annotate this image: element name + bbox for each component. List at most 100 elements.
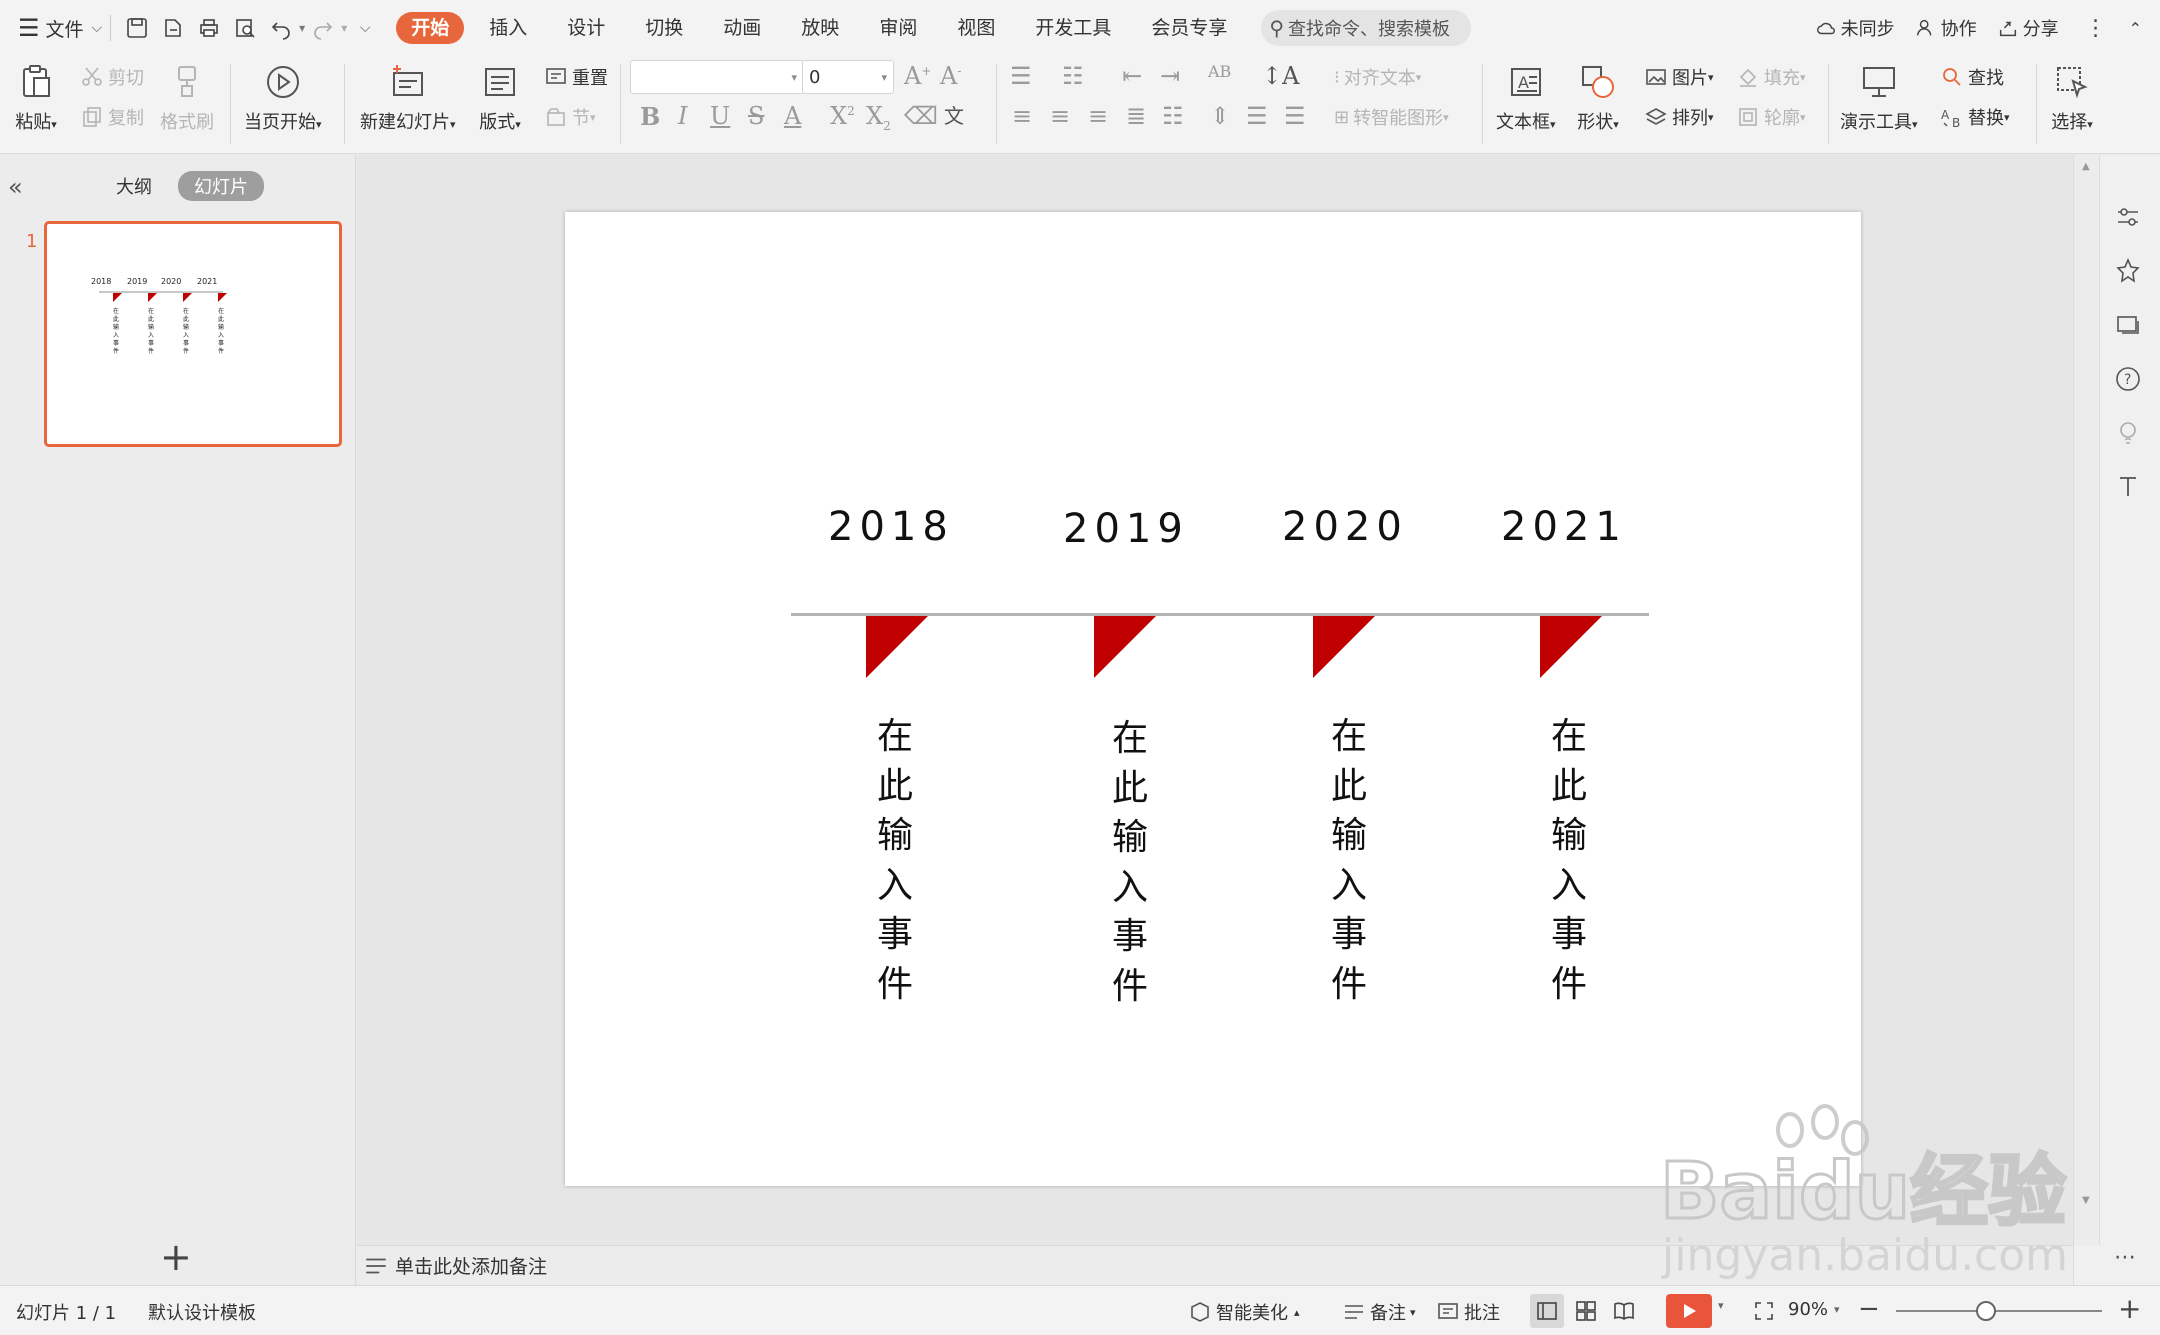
notes-toggle-button[interactable]: 备注 ▾ <box>1342 1299 1416 1325</box>
export-icon[interactable] <box>158 13 188 43</box>
more-horizontal-icon[interactable]: ⋯ <box>2114 1245 2136 1270</box>
bullet-list-icon[interactable]: ☰ <box>1010 62 1032 90</box>
redo-dropdown-icon[interactable]: ▾ <box>341 21 347 35</box>
settings-sliders-icon[interactable] <box>2114 203 2144 233</box>
column-spacing-icon[interactable]: ☰ <box>1284 102 1306 130</box>
presentation-tools-button[interactable]: 演示工具▾ <box>1840 60 1918 134</box>
align-left-icon[interactable]: ≡ <box>1012 102 1032 130</box>
replace-button[interactable]: A B 替换 ▾ <box>1940 104 2010 130</box>
line-spacing-icon[interactable]: ↕A <box>1262 62 1299 90</box>
event-text[interactable]: 在此输入事件 <box>865 712 925 1009</box>
zoom-slider-handle[interactable] <box>1976 1301 1996 1321</box>
zoom-out-icon[interactable]: − <box>1858 1294 1880 1324</box>
undo-icon[interactable] <box>266 13 296 43</box>
timeline-year[interactable]: 2019 <box>1063 506 1189 552</box>
slide-transition-icon[interactable] <box>2114 311 2144 341</box>
zoom-in-icon[interactable]: + <box>2118 1292 2141 1325</box>
timeline-flag[interactable] <box>1313 616 1375 678</box>
decrease-indent-icon[interactable]: ⇤ <box>1122 62 1142 90</box>
phonetic-guide-icon[interactable]: 文 <box>944 100 964 129</box>
font-name-select[interactable]: ▾ <box>630 60 804 94</box>
collapse-ribbon-icon[interactable]: ⌃ <box>2129 19 2142 38</box>
timeline-flag[interactable] <box>1540 616 1602 678</box>
scroll-down-icon[interactable]: ▼ <box>2082 1195 2090 1206</box>
timeline-flag[interactable] <box>1094 616 1156 678</box>
normal-view-icon[interactable] <box>1530 1294 1564 1328</box>
paragraph-spacing-icon[interactable]: ⇕ <box>1210 102 1230 130</box>
share-button[interactable]: 分享 <box>1997 15 2059 41</box>
cut-button[interactable]: 剪切 <box>80 64 144 90</box>
reset-button[interactable]: 重置 <box>544 64 608 90</box>
star-pin-icon[interactable] <box>2114 257 2144 287</box>
add-slide-icon[interactable]: + <box>160 1235 192 1279</box>
align-right-icon[interactable]: ≡ <box>1088 102 1108 130</box>
paste-button[interactable]: 粘贴▾ <box>14 60 58 134</box>
underline-icon[interactable]: U <box>710 102 730 130</box>
align-text-button[interactable]: ⁝ 对齐文本 ▾ <box>1334 64 1421 90</box>
smart-shape-button[interactable]: ⊞ 转智能图形 ▾ <box>1334 104 1449 130</box>
event-text[interactable]: 在此输入事件 <box>1539 712 1599 1009</box>
increase-font-icon[interactable]: A+ <box>904 62 931 90</box>
timeline-flag[interactable] <box>866 616 928 678</box>
tab-review[interactable]: 审阅 <box>864 12 932 44</box>
shape-button[interactable]: 形状▾ <box>1576 60 1620 134</box>
template-name[interactable]: 默认设计模板 <box>148 1299 256 1325</box>
undo-dropdown-icon[interactable]: ▾ <box>299 21 305 35</box>
tab-transitions[interactable]: 切换 <box>630 12 698 44</box>
timeline-year[interactable]: 2018 <box>828 504 954 550</box>
copy-button[interactable]: 复制 <box>80 104 144 130</box>
subscript-icon[interactable]: X2 <box>866 102 891 133</box>
find-button[interactable]: 查找 <box>1940 64 2004 90</box>
comments-button[interactable]: 批注 <box>1436 1299 1500 1325</box>
picture-button[interactable]: 图片 ▾ <box>1644 64 1714 90</box>
customize-toolbar-icon[interactable]: ⌵ <box>350 13 380 43</box>
tab-home[interactable]: 开始 <box>396 12 465 44</box>
slide[interactable]: 2018 2019 2020 2021 在此输入事件 在此输入事件 在此输入事件… <box>565 212 1861 1186</box>
zoom-level-select[interactable]: 90% ▾ <box>1788 1299 1840 1320</box>
save-icon[interactable] <box>122 13 152 43</box>
distribute-icon[interactable]: ☷ <box>1162 102 1184 130</box>
tab-slideshow[interactable]: 放映 <box>786 12 854 44</box>
play-from-current-button[interactable]: 当页开始▾ <box>244 60 322 134</box>
fill-button[interactable]: 填充 ▾ <box>1736 64 1806 90</box>
vertical-scrollbar[interactable]: ▲ ▼ <box>2074 155 2100 1245</box>
select-button[interactable]: 选择▾ <box>2050 60 2094 134</box>
scroll-up-icon[interactable]: ▲ <box>2082 161 2090 172</box>
numbered-list-icon[interactable]: ☷ <box>1062 62 1084 90</box>
help-icon[interactable]: ? <box>2114 365 2144 395</box>
textbox-button[interactable]: A 文本框▾ <box>1496 60 1556 134</box>
tab-member[interactable]: 会员专享 <box>1136 12 1242 44</box>
tab-slides[interactable]: 幻灯片 <box>178 171 264 201</box>
font-size-select[interactable]: 0 ▾ <box>802 60 894 94</box>
font-color-icon[interactable]: A <box>784 102 801 130</box>
file-menu[interactable]: ☰ 文件 ⌵ <box>18 14 102 42</box>
align-center-icon[interactable]: ≡ <box>1050 102 1070 130</box>
reading-view-icon[interactable] <box>1612 1299 1640 1323</box>
slide-sorter-icon[interactable] <box>1574 1299 1602 1323</box>
layout-button[interactable]: 版式▾ <box>478 60 522 134</box>
italic-icon[interactable]: I <box>678 102 687 130</box>
decrease-font-icon[interactable]: A- <box>940 62 961 90</box>
outline-button[interactable]: 轮廓 ▾ <box>1736 104 1806 130</box>
print-icon[interactable] <box>194 13 224 43</box>
arrange-button[interactable]: 排列 ▾ <box>1644 104 1714 130</box>
section-button[interactable]: 节 ▾ <box>544 104 596 130</box>
more-vertical-icon[interactable]: ⋮ <box>2085 16 2107 41</box>
tab-design[interactable]: 设计 <box>552 12 620 44</box>
command-search[interactable]: ⚲ 查找命令、搜索模板 <box>1261 10 1472 46</box>
superscript-icon[interactable]: X2 <box>830 102 855 130</box>
tab-developer[interactable]: 开发工具 <box>1020 12 1126 44</box>
collaborate-button[interactable]: 协作 <box>1915 15 1977 41</box>
event-text[interactable]: 在此输入事件 <box>1100 714 1160 1011</box>
collapse-panel-icon[interactable]: « <box>8 173 23 201</box>
text-style-icon[interactable] <box>2114 473 2144 503</box>
lightbulb-icon[interactable] <box>2114 419 2144 449</box>
new-slide-button[interactable]: 新建幻灯片▾ <box>360 60 456 134</box>
tab-insert[interactable]: 插入 <box>474 12 542 44</box>
fit-window-icon[interactable] <box>1752 1299 1780 1323</box>
slideshow-options-icon[interactable]: ▾ <box>1718 1299 1724 1312</box>
slide-thumbnail[interactable]: 2018 2019 2020 2021 在此输入事件 在此输入事件 在此输入事件… <box>44 221 342 447</box>
clear-format-icon[interactable]: ⌫ <box>904 102 938 130</box>
smart-beautify-button[interactable]: 智能美化 ▴ <box>1188 1299 1300 1325</box>
tab-animations[interactable]: 动画 <box>708 12 776 44</box>
